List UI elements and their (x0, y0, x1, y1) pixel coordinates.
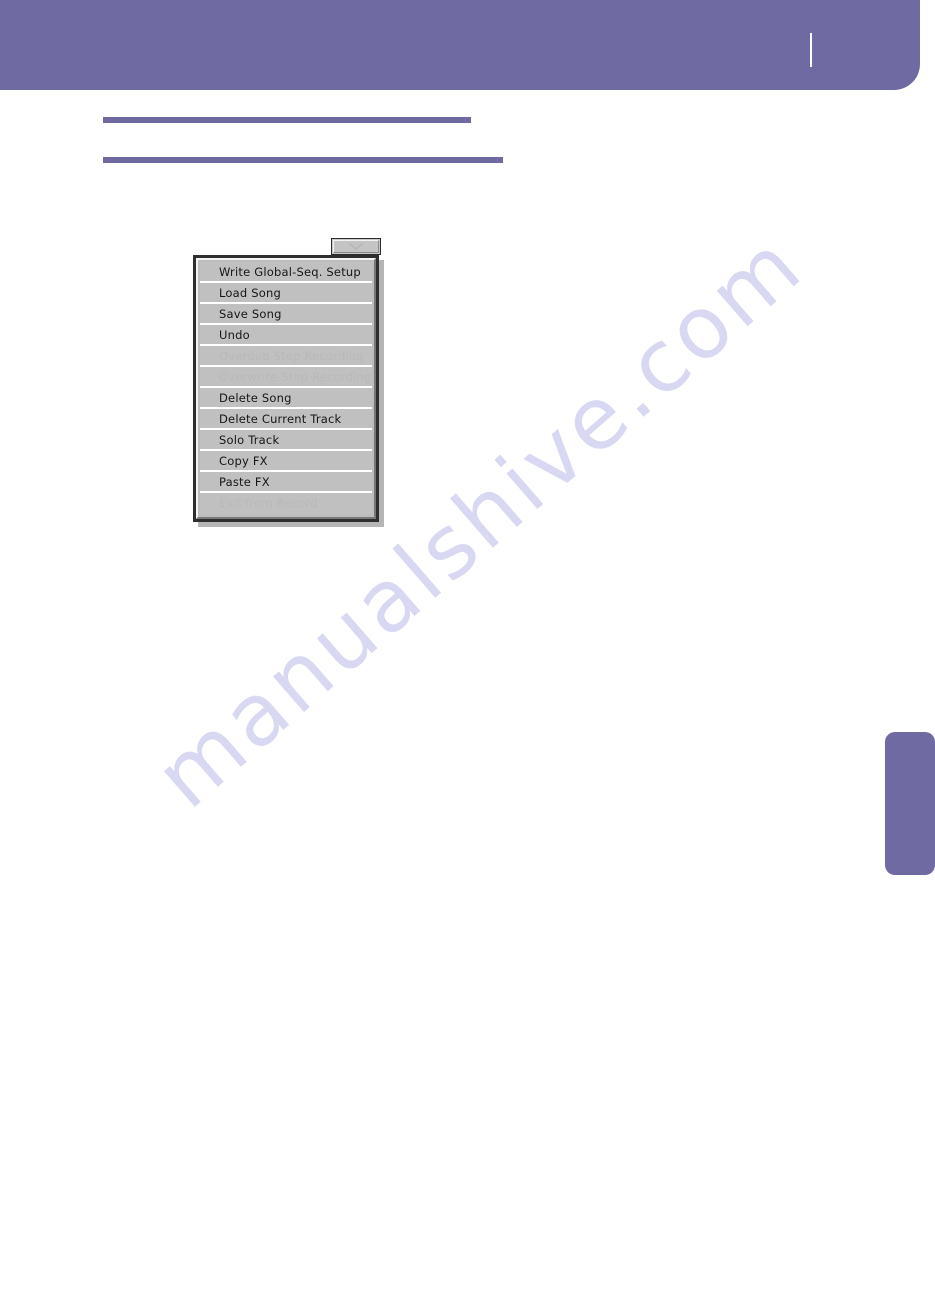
menu-item: Exit from Record (200, 493, 372, 514)
page-menu-button-inner (333, 240, 379, 253)
header-tick-mark (810, 33, 812, 67)
menu-item[interactable]: Delete Current Track (200, 409, 372, 430)
menu-item[interactable]: Solo Track (200, 430, 372, 451)
menu-item[interactable]: Save Song (200, 304, 372, 325)
menu-item[interactable]: Write Global-Seq. Setup (200, 262, 372, 283)
triangle-down-icon (348, 243, 364, 250)
menu-item[interactable]: Load Song (200, 283, 372, 304)
menu-item[interactable]: Delete Song (200, 388, 372, 409)
menu-item[interactable]: Paste FX (200, 472, 372, 493)
section-rule-second (103, 157, 503, 163)
menu-item: Overdub Step Recording (200, 346, 372, 367)
page-menu-panel: Write Global-Seq. Setup Load Song Save Son… (193, 255, 379, 522)
menu-item[interactable]: Undo (200, 325, 372, 346)
section-rule-top (103, 117, 471, 123)
side-chapter-tab (885, 732, 935, 875)
page-header-band (0, 0, 920, 90)
menu-item[interactable]: Copy FX (200, 451, 372, 472)
watermark: manualshive.com (120, 214, 880, 980)
menu-item: Overwrite Step Recording (200, 367, 372, 388)
page-menu-list: Write Global-Seq. Setup Load Song Save Son… (196, 258, 376, 519)
page-menu-button[interactable] (331, 238, 381, 255)
